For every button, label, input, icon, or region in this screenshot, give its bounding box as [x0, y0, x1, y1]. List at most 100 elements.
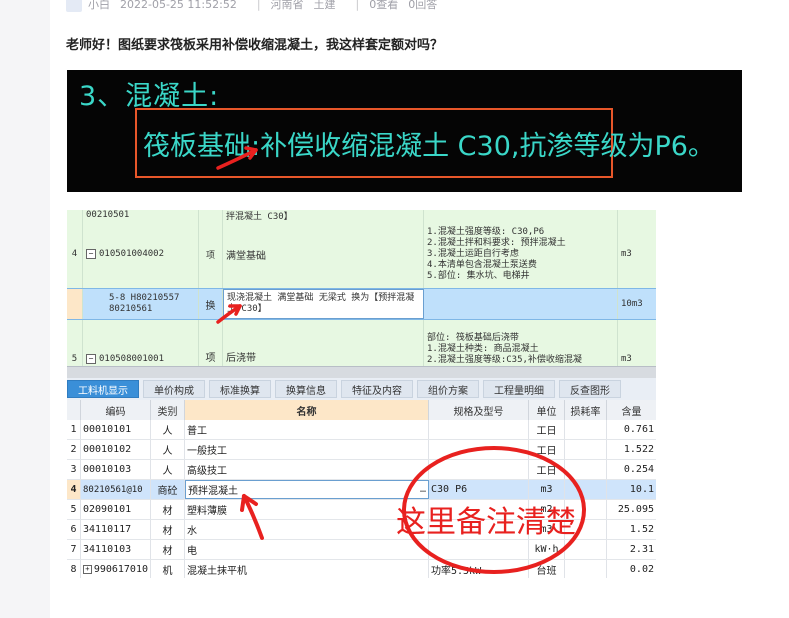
splitter-bar[interactable]: [67, 366, 656, 378]
row-number: [67, 210, 83, 220]
row-index: 3: [67, 460, 81, 479]
row-code: 34110117: [81, 520, 151, 539]
row-category: 材: [151, 520, 185, 539]
row-loss-rate: [565, 460, 607, 479]
header-category[interactable]: 类别: [151, 400, 185, 420]
row-type: 换: [199, 289, 223, 319]
row-category: 机: [151, 560, 185, 578]
expand-icon[interactable]: +: [83, 565, 92, 574]
row-name: 塑料薄膜: [185, 500, 429, 519]
row-index: 6: [67, 520, 81, 539]
cad-drawing-image: 3、混凝土: 筏板基础:补偿收缩混凝土 C30,抗渗等级为P6。: [67, 70, 742, 192]
row-spec: [429, 440, 529, 459]
row-unit: kW·h: [529, 540, 565, 559]
row-code: − 010501004002: [83, 220, 199, 288]
row-code: 34110103: [81, 540, 151, 559]
row-index: 8: [67, 560, 81, 578]
row-code: 00010103: [81, 460, 151, 479]
lower-table-header: 编码 类别 名称 规格及型号 单位 损耗率 含量: [67, 400, 656, 420]
row-name: 水: [185, 520, 429, 539]
row-index: 5: [67, 500, 81, 519]
detail-tabs: 工料机显示 单价构成 标准换算 换算信息 特征及内容 组价方案 工程量明细 反查…: [67, 378, 656, 400]
upper-table-row-selected[interactable]: 5-8 H80210557 80210561 换 现浇混凝土 满堂基础 无梁式 …: [67, 288, 656, 320]
table-row[interactable]: 8 +990617010 机 混凝土抹平机 功率5.5kW 台班 0.02: [67, 560, 656, 578]
ellipsis-button[interactable]: …: [420, 484, 426, 495]
header-name[interactable]: 名称: [185, 400, 429, 420]
row-name-editor[interactable]: 预拌混凝土 …: [185, 480, 429, 499]
header-unit[interactable]: 单位: [529, 400, 565, 420]
row-category: 人: [151, 440, 185, 459]
question-text: 老师好！图纸要求筏板采用补偿收缩混凝土，我这样套定额对吗？: [66, 38, 444, 53]
author-name[interactable]: 小白: [88, 0, 110, 12]
row-category: 材: [151, 540, 185, 559]
upper-table-row[interactable]: 5 − 010508001001 项 后浇带 部位: 筏板基础后浇带 1.混凝土…: [67, 320, 656, 366]
row-quantity: 2.31: [629, 544, 654, 555]
row-type: 项: [199, 320, 223, 366]
table-row[interactable]: 6 34110117 材 水 m3 1.52: [67, 520, 656, 540]
tab-conversion-info[interactable]: 换算信息: [275, 380, 337, 398]
header-spec[interactable]: 规格及型号: [429, 400, 529, 420]
tab-labor-material[interactable]: 工料机显示: [67, 380, 139, 398]
post-category: 土建: [313, 0, 336, 11]
software-screenshot: 00210501 拌混凝土 C30】 4 − 010501004002 项 满堂…: [67, 210, 656, 578]
row-name: 一般技工: [185, 440, 429, 459]
row-unit: 工日: [529, 460, 565, 479]
table-row[interactable]: 7 34110103 材 电 kW·h 2.31: [67, 540, 656, 560]
row-quantity: 0.761: [623, 424, 654, 435]
row-unit: m3: [529, 520, 565, 539]
tab-unit-price[interactable]: 单价构成: [143, 380, 205, 398]
row-name-editor[interactable]: 现浇混凝土 满堂基础 无梁式 换为【预拌混凝土 C30】: [223, 289, 424, 319]
row-loss-rate: [565, 560, 607, 578]
view-count: 0查看: [369, 0, 399, 11]
row-loss-rate: [565, 420, 607, 439]
table-row-selected[interactable]: 4 80210561@10 商砼 预拌混凝土 … C30 P6 m3 10.1: [67, 480, 656, 500]
tab-quantity-detail[interactable]: 工程量明细: [483, 380, 555, 398]
row-loss-rate: [565, 480, 607, 499]
row-name: 高级技工: [185, 460, 429, 479]
header-code[interactable]: 编码: [81, 400, 151, 420]
upper-table-row[interactable]: 00210501 拌混凝土 C30】: [67, 210, 656, 222]
table-row[interactable]: 5 02090101 材 塑料薄膜 m2 25.095: [67, 500, 656, 520]
row-number: 4: [67, 220, 83, 288]
tab-features[interactable]: 特征及内容: [341, 380, 413, 398]
avatar[interactable]: [66, 0, 82, 12]
table-row[interactable]: 1 00010101 人 普工 工日 0.761: [67, 420, 656, 440]
upper-table-row[interactable]: 4 − 010501004002 项 满堂基础 1.混凝土强度等级: C30,P…: [67, 220, 656, 288]
row-quantity: 1.52: [629, 524, 654, 535]
table-row[interactable]: 2 00010102 人 一般技工 工日 1.522: [67, 440, 656, 460]
tab-price-plan[interactable]: 组价方案: [417, 380, 479, 398]
row-category: 材: [151, 500, 185, 519]
row-spec: [429, 540, 529, 559]
row-code: 00010101: [81, 420, 151, 439]
row-code: +990617010: [81, 560, 151, 578]
meta-divider: |: [355, 0, 360, 11]
row-spec: [429, 420, 529, 439]
row-name: 拌混凝土 C30】: [223, 210, 424, 222]
row-desc: 部位: 筏板基础后浇带 1.混凝土种类: 商品混凝土 2.混凝土强度等级:C35…: [424, 320, 618, 366]
header-index: [67, 400, 81, 420]
row-code: 00010102: [81, 440, 151, 459]
row-code: 80210561@10: [81, 480, 151, 499]
header-loss-rate[interactable]: 损耗率: [565, 400, 607, 420]
post-datetime: 2022-05-25 11:52:52: [120, 0, 237, 11]
tab-reverse-lookup[interactable]: 反查图形: [559, 380, 621, 398]
tab-standard-conversion[interactable]: 标准换算: [209, 380, 271, 398]
row-unit: m2: [529, 500, 565, 519]
row-category: 商砼: [151, 480, 185, 499]
row-unit: [618, 210, 656, 220]
table-row[interactable]: 3 00010103 人 高级技工 工日 0.254: [67, 460, 656, 480]
row-quantity: 1.522: [623, 444, 654, 455]
row-code: − 010508001001: [83, 320, 199, 366]
row-name: 普工: [185, 420, 429, 439]
row-index: 2: [67, 440, 81, 459]
row-loss-rate: [565, 540, 607, 559]
row-desc: [424, 210, 618, 220]
row-desc: 1.混凝土强度等级: C30,P6 2.混凝土拌和料要求: 预拌混凝土 3.混凝…: [424, 220, 618, 288]
row-type: 项: [199, 220, 223, 288]
row-name: 后浇带: [223, 320, 424, 366]
post-meta: 小白 2022-05-25 11:52:52 | 河南省 土建 | 0查看 0回…: [66, 0, 447, 16]
header-quantity[interactable]: 含量: [607, 400, 656, 420]
row-code: 5-8 H80210557 80210561: [83, 289, 199, 319]
collapse-icon[interactable]: −: [86, 249, 96, 259]
collapse-icon[interactable]: −: [86, 354, 96, 364]
